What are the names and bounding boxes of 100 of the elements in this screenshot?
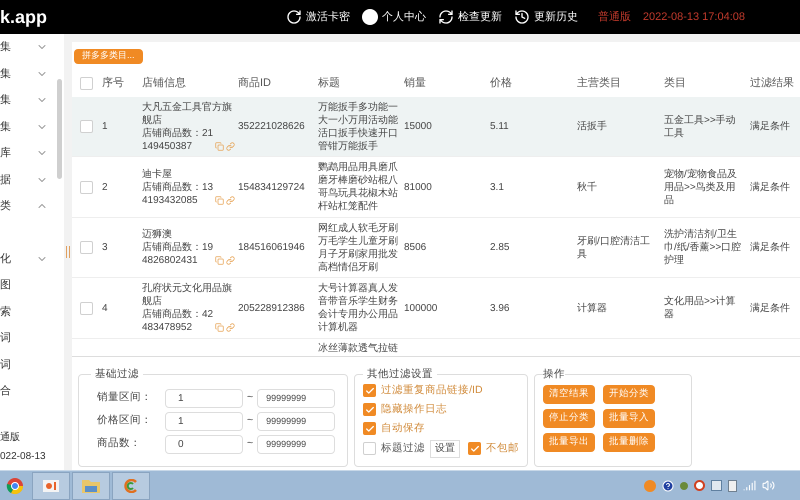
table-cell-text: 3: [102, 241, 109, 254]
column-header: 标题: [318, 76, 341, 92]
input-field[interactable]: 1: [165, 388, 243, 408]
checkbox[interactable]: [80, 76, 93, 90]
link-icon[interactable]: [226, 196, 235, 205]
sidebar-item[interactable]: 图: [0, 272, 64, 298]
shop-count: 店铺商品数：194826802431: [142, 241, 214, 268]
checkbox[interactable]: [468, 442, 482, 456]
table-cell-text: 154834129724: [238, 180, 306, 194]
history-icon: [514, 9, 530, 25]
sidebar-item[interactable]: 化: [0, 246, 64, 272]
input-field[interactable]: 99999999: [257, 388, 336, 408]
table-cell-text: 计算器: [577, 302, 608, 315]
link-icon[interactable]: [226, 142, 235, 151]
sidebar-item[interactable]: 集: [0, 87, 64, 114]
volume-icon[interactable]: [762, 479, 775, 492]
table-cell-text: 184516061946: [238, 241, 306, 254]
sidebar-item[interactable]: 集: [0, 60, 64, 87]
sidebar-item[interactable]: 据: [0, 166, 64, 193]
app-icon: [43, 478, 59, 492]
table-cell-text: 洗护清洁剂/卫生巾/纸/香薰>>口腔护理: [664, 228, 742, 268]
sidebar-item[interactable]: 集: [0, 34, 64, 60]
table-cell-text: 宠物/宠物食品及用品>>鸟类及用品: [664, 168, 738, 207]
tray-app-icon[interactable]: [680, 482, 688, 490]
checkbox-label: 标题过滤: [381, 440, 426, 456]
input-field[interactable]: 99999999: [257, 434, 336, 454]
app-icon: [122, 478, 140, 492]
splitter-handle[interactable]: [66, 246, 70, 258]
range-separator: ~: [247, 436, 254, 452]
table-cell-text: 牙刷/口腔清洁工具: [577, 234, 651, 261]
range-separator: ~: [247, 390, 254, 406]
help-icon[interactable]: [662, 480, 674, 492]
header-link[interactable]: 更新历史: [514, 8, 578, 26]
field-label: 价格区间：: [97, 413, 153, 428]
link-icon[interactable]: [226, 323, 235, 332]
header-link[interactable]: 个人中心: [362, 8, 426, 26]
column-header: 类目: [664, 76, 687, 92]
taskbar-app[interactable]: [72, 472, 110, 500]
table-cell-text: 满足条件: [750, 120, 791, 134]
field-label: 销量区间：: [97, 390, 153, 406]
folder-icon: [81, 478, 101, 494]
sidebar-item[interactable]: 合: [0, 378, 64, 404]
column-header: 序号: [102, 76, 125, 92]
sidebar-item[interactable]: 索: [0, 298, 64, 325]
shop-count: 店铺商品数：134193432085: [142, 180, 214, 207]
table-cell-text: 5.11: [490, 120, 510, 134]
checkbox[interactable]: [80, 302, 93, 315]
edition-label: 普通版: [598, 10, 631, 25]
input-field[interactable]: 0: [165, 434, 243, 454]
checkbox[interactable]: [363, 422, 376, 436]
link-icon[interactable]: [226, 256, 235, 266]
sidebar-item[interactable]: 集: [0, 114, 64, 140]
input-field[interactable]: 99999999: [257, 412, 336, 431]
taskbar-app[interactable]: [32, 472, 70, 500]
copy-icon[interactable]: [215, 142, 224, 151]
checkbox-label: 过滤重复商品链接/ID: [381, 382, 483, 398]
table-cell-text: 五金工具>>手动工具: [664, 114, 737, 140]
taskbar-app[interactable]: [112, 472, 150, 500]
checkbox[interactable]: [80, 241, 93, 254]
sidebar-item[interactable]: 词: [0, 352, 64, 378]
table-cell-text: 352221028626: [238, 120, 306, 134]
group-title: 基础过滤: [94, 367, 140, 382]
shop-name: 大凡五金工具官方旗舰店: [142, 100, 233, 127]
group-title: 其他过滤设置: [366, 367, 434, 382]
checkbox[interactable]: [80, 120, 93, 134]
table-cell-text: 8506: [404, 241, 428, 254]
sidebar-item[interactable]: 库: [0, 140, 64, 166]
table-cell-text: 2: [102, 180, 109, 194]
column-header: 商品ID: [238, 76, 272, 92]
header-link[interactable]: 激活卡密: [286, 8, 350, 26]
edition-label: 通版: [0, 430, 21, 445]
refresh-icon: [438, 9, 454, 25]
table-cell-text: 满足条件: [750, 180, 791, 194]
sidebar-item[interactable]: 类: [0, 193, 64, 220]
copy-icon[interactable]: [215, 256, 224, 266]
column-header: 价格: [490, 76, 513, 92]
field-label: 商品数：: [97, 436, 142, 452]
tray-app-icon[interactable]: [711, 480, 722, 491]
tray-app-icon[interactable]: [728, 480, 737, 492]
checkbox[interactable]: [363, 442, 376, 456]
checkbox[interactable]: [363, 403, 376, 416]
table-cell-text: 3.1: [490, 180, 505, 194]
input-field[interactable]: 1: [165, 412, 243, 431]
column-header: 主营类目: [577, 76, 622, 92]
range-separator: ~: [247, 413, 254, 428]
table-cell-text: 4: [102, 302, 109, 315]
checkbox-label: 自动保存: [381, 420, 426, 436]
table-cell-text: 满足条件: [750, 302, 791, 315]
copy-icon[interactable]: [215, 196, 224, 205]
table-cell-text: 3.96: [490, 302, 510, 315]
copy-icon[interactable]: [215, 323, 224, 332]
checkbox[interactable]: [363, 384, 376, 398]
sidebar-item[interactable]: 词: [0, 325, 64, 352]
settings-button[interactable]: 设置: [430, 440, 460, 458]
checkbox[interactable]: [80, 180, 93, 194]
date-label: 022-08-13: [0, 450, 47, 464]
table-cell-text: 满足条件: [750, 241, 791, 254]
header-link[interactable]: 检查更新: [438, 8, 502, 26]
group-title: 操作: [543, 367, 566, 382]
tray-app-icon[interactable]: [694, 480, 705, 491]
